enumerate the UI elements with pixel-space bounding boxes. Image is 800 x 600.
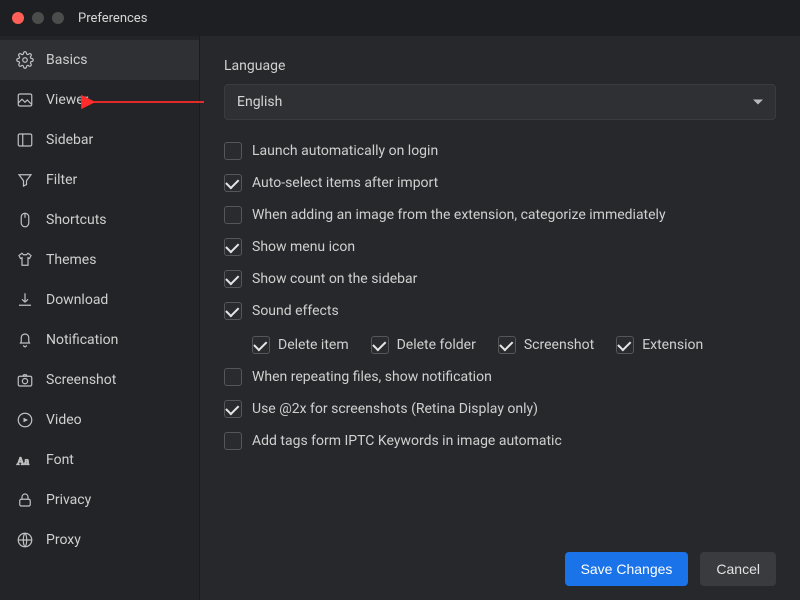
checkbox[interactable] <box>224 270 242 288</box>
checkbox-row[interactable]: Add tags form IPTC Keywords in image aut… <box>224 432 776 450</box>
checkbox-label: When repeating files, show notification <box>252 369 492 385</box>
sidebar-item-label: Download <box>46 292 108 308</box>
language-select[interactable]: English <box>224 84 776 120</box>
sidebar-item-sidebar[interactable]: Sidebar <box>0 120 199 160</box>
download-icon <box>16 291 34 309</box>
checkbox-label: Delete item <box>278 337 349 353</box>
sidebar-item-label: Video <box>46 412 82 428</box>
globe-icon <box>16 531 34 549</box>
sidebar-item-viewer[interactable]: Viewer <box>0 80 199 120</box>
checkbox[interactable] <box>224 206 242 224</box>
sidebar-item-label: Themes <box>46 252 96 268</box>
checkbox-label: Show count on the sidebar <box>252 271 417 287</box>
sidebar-item-themes[interactable]: Themes <box>0 240 199 280</box>
image-icon <box>16 91 34 109</box>
checkbox-row[interactable]: Use @2x for screenshots (Retina Display … <box>224 400 776 418</box>
mouse-icon <box>16 211 34 229</box>
checkbox[interactable] <box>224 238 242 256</box>
bell-icon <box>16 331 34 349</box>
checkbox-label: Launch automatically on login <box>252 143 438 159</box>
filter-icon <box>16 171 34 189</box>
svg-text:Aa: Aa <box>17 457 30 468</box>
checkbox-label: When adding an image from the extension,… <box>252 207 666 223</box>
window-title: Preferences <box>78 11 147 26</box>
sidebar-item-label: Proxy <box>46 532 81 548</box>
sidebar-item-screenshot[interactable]: Screenshot <box>0 360 199 400</box>
sidebar-item-label: Filter <box>46 172 77 188</box>
checkbox[interactable] <box>224 174 242 192</box>
checkbox-row[interactable]: Auto-select items after import <box>224 174 776 192</box>
minimize-window-icon[interactable] <box>32 12 44 24</box>
camera-icon <box>16 371 34 389</box>
sidebar-item-shortcuts[interactable]: Shortcuts <box>0 200 199 240</box>
sidebar-item-privacy[interactable]: Privacy <box>0 480 199 520</box>
play-circle-icon <box>16 411 34 429</box>
titlebar: Preferences <box>0 0 800 36</box>
sidebar-item-label: Viewer <box>46 92 88 108</box>
gear-icon <box>16 51 34 69</box>
checkbox-label: Use @2x for screenshots (Retina Display … <box>252 401 538 417</box>
language-value: English <box>237 94 282 110</box>
checkbox[interactable] <box>616 336 634 354</box>
checkbox-row[interactable]: Delete item <box>252 336 349 354</box>
checkbox-row[interactable]: Extension <box>616 336 703 354</box>
chevron-down-icon <box>753 100 763 105</box>
checkbox[interactable] <box>224 368 242 386</box>
sidebar-item-label: Shortcuts <box>46 212 107 228</box>
checkbox-label: Add tags form IPTC Keywords in image aut… <box>252 433 562 449</box>
checkbox[interactable] <box>224 400 242 418</box>
checkbox-row[interactable]: Screenshot <box>498 336 594 354</box>
cancel-button[interactable]: Cancel <box>700 552 776 586</box>
sidebar: Basics Viewer Sidebar Filter Shortcuts <box>0 36 200 600</box>
sidebar-item-basics[interactable]: Basics <box>0 40 199 80</box>
checkbox[interactable] <box>252 336 270 354</box>
checkbox[interactable] <box>224 432 242 450</box>
checkbox-label: Extension <box>642 337 703 353</box>
sidebar-item-label: Notification <box>46 332 118 348</box>
checkbox-label: Auto-select items after import <box>252 175 438 191</box>
sidebar-item-label: Screenshot <box>46 372 116 388</box>
main-panel: Language English Launch automatically on… <box>200 36 800 600</box>
checkbox-row[interactable]: Delete folder <box>371 336 476 354</box>
checkbox[interactable] <box>224 142 242 160</box>
footer: Save Changes Cancel <box>565 552 776 586</box>
font-icon: Aa <box>16 451 34 469</box>
checkbox[interactable] <box>371 336 389 354</box>
sidebar-item-filter[interactable]: Filter <box>0 160 199 200</box>
checkbox-row[interactable]: When adding an image from the extension,… <box>224 206 776 224</box>
close-window-icon[interactable] <box>12 12 24 24</box>
checkbox-label: Delete folder <box>397 337 476 353</box>
checkbox[interactable] <box>224 302 242 320</box>
language-label: Language <box>224 58 776 74</box>
checkbox-label: Sound effects <box>252 303 339 319</box>
checkbox-row[interactable]: Show count on the sidebar <box>224 270 776 288</box>
checkbox-list: Launch automatically on login Auto-select… <box>224 142 776 450</box>
sidebar-item-label: Font <box>46 452 74 468</box>
tshirt-icon <box>16 251 34 269</box>
maximize-window-icon[interactable] <box>52 12 64 24</box>
checkbox-row[interactable]: When repeating files, show notification <box>224 368 776 386</box>
sidebar-item-download[interactable]: Download <box>0 280 199 320</box>
window-controls <box>12 12 64 24</box>
lock-icon <box>16 491 34 509</box>
sidebar-item-font[interactable]: Aa Font <box>0 440 199 480</box>
sidebar-item-notification[interactable]: Notification <box>0 320 199 360</box>
checkbox-label: Screenshot <box>524 337 594 353</box>
sidebar-item-label: Basics <box>46 52 88 68</box>
checkbox-sub-row: Delete item Delete folder Screenshot Extens… <box>252 336 776 354</box>
checkbox-row[interactable]: Show menu icon <box>224 238 776 256</box>
sidebar-item-label: Sidebar <box>46 132 93 148</box>
sidebar-icon <box>16 131 34 149</box>
checkbox-row[interactable]: Launch automatically on login <box>224 142 776 160</box>
sidebar-item-proxy[interactable]: Proxy <box>0 520 199 560</box>
sidebar-item-video[interactable]: Video <box>0 400 199 440</box>
checkbox[interactable] <box>498 336 516 354</box>
checkbox-row[interactable]: Sound effects <box>224 302 776 320</box>
checkbox-label: Show menu icon <box>252 239 355 255</box>
sidebar-item-label: Privacy <box>46 492 91 508</box>
save-button[interactable]: Save Changes <box>565 552 689 586</box>
